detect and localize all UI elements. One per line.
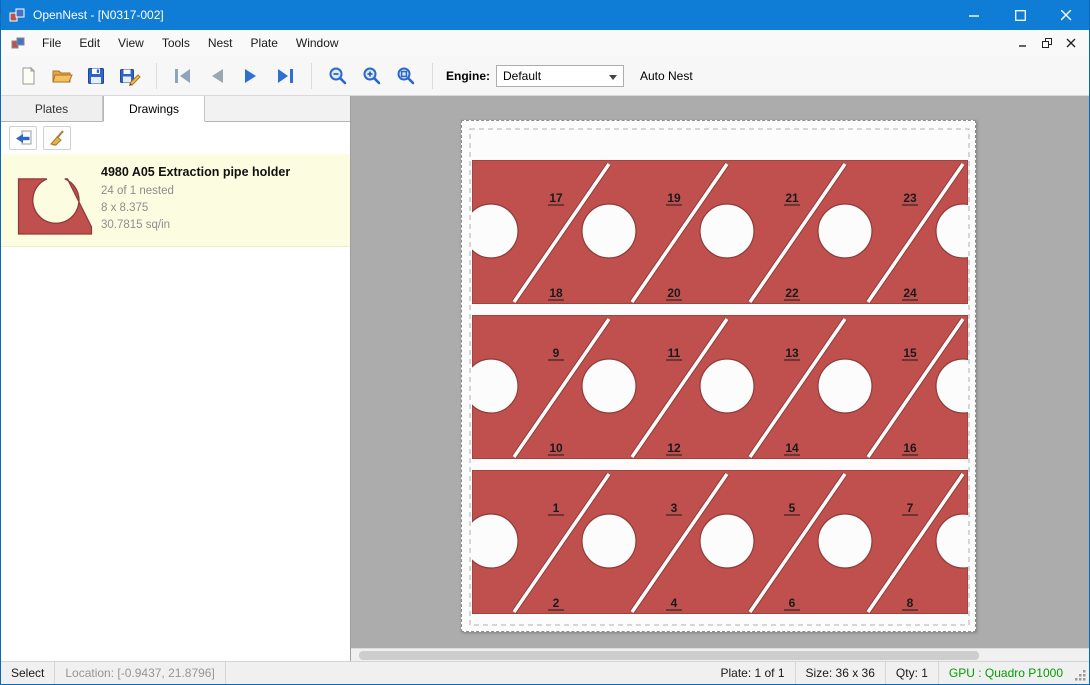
svg-text:5: 5 <box>789 501 796 515</box>
maximize-icon[interactable] <box>997 0 1043 30</box>
import-drawing-icon[interactable] <box>9 126 37 150</box>
svg-text:16: 16 <box>903 441 917 455</box>
svg-text:2: 2 <box>553 596 560 610</box>
last-plate-icon[interactable] <box>268 60 302 92</box>
child-minimize-icon[interactable] <box>1011 33 1035 53</box>
svg-text:6: 6 <box>789 596 796 610</box>
engine-select[interactable]: Default <box>496 65 624 87</box>
canvas-column: 171921231820222491113151012141613572468 <box>351 96 1089 661</box>
svg-text:12: 12 <box>667 441 681 455</box>
part-thumbnail <box>9 162 101 238</box>
toolbar-separator <box>311 63 312 89</box>
status-gpu: GPU : Quadro P1000 <box>938 662 1073 684</box>
next-plate-icon[interactable] <box>234 60 268 92</box>
child-restore-icon[interactable] <box>1035 33 1059 53</box>
svg-text:3: 3 <box>671 501 678 515</box>
toolbar-separator <box>156 63 157 89</box>
minimize-icon[interactable] <box>951 0 997 30</box>
svg-text:4: 4 <box>671 596 678 610</box>
status-plate: Plate: 1 of 1 <box>710 662 794 684</box>
clean-icon[interactable] <box>43 126 71 150</box>
window-title: OpenNest - [N0317-002] <box>33 8 164 22</box>
horizontal-scrollbar[interactable] <box>351 648 1089 661</box>
document-icon <box>11 36 25 50</box>
previous-plate-icon[interactable] <box>200 60 234 92</box>
tab-drawings[interactable]: Drawings <box>103 96 205 122</box>
scrollbar-thumb[interactable] <box>359 651 979 660</box>
menu-nest[interactable]: Nest <box>199 32 242 54</box>
main-toolbar: Engine: Default Auto Nest <box>1 56 1089 96</box>
svg-text:9: 9 <box>553 346 560 360</box>
sidebar-tabs: Plates Drawings <box>1 96 350 122</box>
menu-view[interactable]: View <box>109 32 153 54</box>
tab-plates[interactable]: Plates <box>1 96 103 121</box>
content-area: Plates Drawings 4980 A05 Extraction pipe… <box>1 96 1089 661</box>
svg-text:11: 11 <box>668 346 681 360</box>
drawing-size: 8 x 8.375 <box>101 200 290 217</box>
menu-plate[interactable]: Plate <box>242 32 287 54</box>
svg-text:23: 23 <box>903 191 917 205</box>
nest-canvas[interactable]: 171921231820222491113151012141613572468 <box>351 96 1089 648</box>
svg-text:19: 19 <box>667 191 681 205</box>
status-mode: Select <box>1 662 54 684</box>
save-as-icon[interactable] <box>113 60 147 92</box>
child-close-icon[interactable] <box>1059 33 1083 53</box>
drawing-area: 30.7815 sq/in <box>101 217 290 234</box>
status-size: Size: 36 x 36 <box>795 662 885 684</box>
sidebar: Plates Drawings 4980 A05 Extraction pipe… <box>1 96 351 661</box>
engine-value: Default <box>503 69 541 83</box>
plate-nest-svg: 171921231820222491113151012141613572468 <box>462 121 977 633</box>
svg-text:14: 14 <box>785 441 799 455</box>
svg-text:7: 7 <box>907 501 914 515</box>
drawing-list-item[interactable]: 4980 A05 Extraction pipe holder 24 of 1 … <box>1 154 350 247</box>
app-icon <box>9 7 25 23</box>
svg-text:20: 20 <box>667 286 681 300</box>
first-plate-icon[interactable] <box>166 60 200 92</box>
zoom-fit-icon[interactable] <box>389 60 423 92</box>
status-spacer <box>225 662 711 684</box>
open-folder-icon[interactable] <box>45 60 79 92</box>
statusbar: Select Location: [-0.9437, 21.8796] Plat… <box>1 661 1089 684</box>
menubar: File Edit View Tools Nest Plate Window <box>1 30 1089 56</box>
svg-text:18: 18 <box>549 286 563 300</box>
svg-text:10: 10 <box>549 441 563 455</box>
svg-text:21: 21 <box>785 191 799 205</box>
svg-text:24: 24 <box>903 286 917 300</box>
drawing-nested-count: 24 of 1 nested <box>101 183 290 200</box>
app-window: OpenNest - [N0317-002] File Edit View To… <box>0 0 1090 685</box>
menu-tools[interactable]: Tools <box>153 32 199 54</box>
svg-text:15: 15 <box>903 346 917 360</box>
svg-text:13: 13 <box>785 346 799 360</box>
engine-label: Engine: <box>446 69 490 83</box>
chevron-down-icon <box>609 75 617 80</box>
new-file-icon[interactable] <box>11 60 45 92</box>
svg-text:22: 22 <box>785 286 799 300</box>
close-icon[interactable] <box>1043 0 1089 30</box>
svg-text:1: 1 <box>553 501 560 515</box>
menu-edit[interactable]: Edit <box>70 32 109 54</box>
save-icon[interactable] <box>79 60 113 92</box>
menu-window[interactable]: Window <box>287 32 348 54</box>
resize-grip[interactable] <box>1073 662 1089 684</box>
auto-nest-label[interactable]: Auto Nest <box>640 69 693 83</box>
drawing-title: 4980 A05 Extraction pipe holder <box>101 164 290 181</box>
zoom-out-icon[interactable] <box>321 60 355 92</box>
plate: 171921231820222491113151012141613572468 <box>461 120 976 632</box>
svg-text:17: 17 <box>549 191 563 205</box>
zoom-in-icon[interactable] <box>355 60 389 92</box>
status-location: Location: [-0.9437, 21.8796] <box>54 662 224 684</box>
menu-file[interactable]: File <box>33 32 70 54</box>
titlebar: OpenNest - [N0317-002] <box>1 0 1089 30</box>
toolbar-separator <box>432 63 433 89</box>
status-qty: Qty: 1 <box>885 662 938 684</box>
drawings-toolbar <box>1 122 350 154</box>
svg-text:8: 8 <box>907 596 914 610</box>
